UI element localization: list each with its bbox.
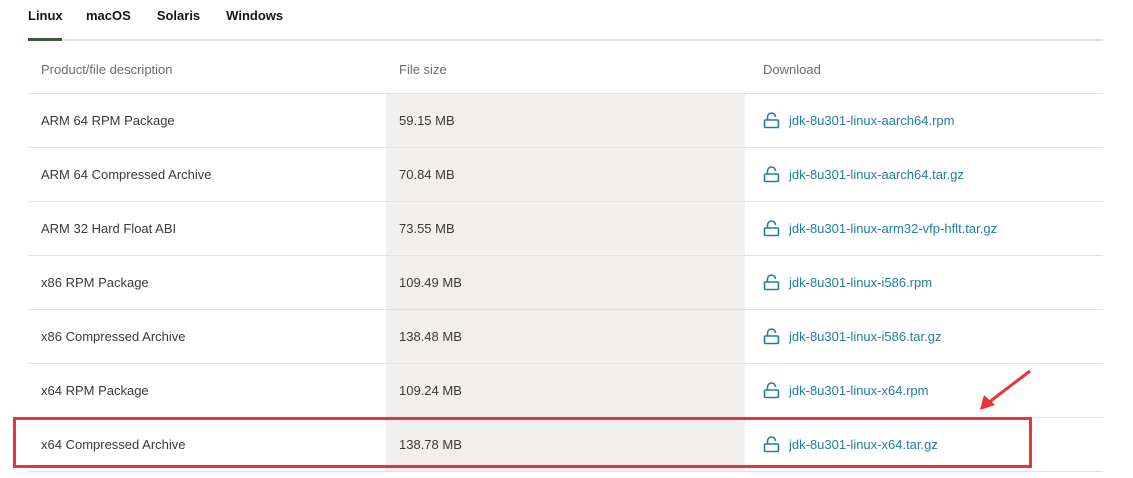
table-row: ARM 64 Compressed Archive 70.84 MB jdk-8u3…: [28, 148, 1103, 202]
row-download: jdk-8u301-linux-arm32-vfp-hflt.tar.gz: [745, 220, 1103, 237]
tab-solaris[interactable]: Solaris: [145, 0, 212, 39]
row-description: x86 RPM Package: [41, 275, 149, 290]
table-row: x86 Compressed Archive 138.48 MB jdk-8u301…: [28, 310, 1103, 364]
download-lock-icon[interactable]: [763, 382, 780, 399]
row-download: jdk-8u301-linux-x64.tar.gz: [745, 436, 1103, 453]
download-lock-icon[interactable]: [763, 112, 780, 129]
header-file-size: File size: [399, 62, 447, 77]
download-link[interactable]: jdk-8u301-linux-i586.rpm: [789, 275, 932, 290]
download-lock-icon[interactable]: [763, 220, 780, 237]
row-description: x86 Compressed Archive: [41, 329, 186, 344]
row-description: ARM 64 Compressed Archive: [41, 167, 212, 182]
row-file-size: 59.15 MB: [386, 94, 745, 147]
download-link[interactable]: jdk-8u301-linux-x64.rpm: [789, 383, 928, 398]
row-download: jdk-8u301-linux-i586.tar.gz: [745, 328, 1103, 345]
download-lock-icon[interactable]: [763, 166, 780, 183]
os-tabs: Linux macOS Solaris Windows: [28, 0, 1103, 41]
row-download: jdk-8u301-linux-aarch64.tar.gz: [745, 166, 1103, 183]
row-description: ARM 64 RPM Package: [41, 113, 175, 128]
table-row: x64 RPM Package 109.24 MB jdk-8u301-linux-…: [28, 364, 1103, 418]
table-row: ARM 32 Hard Float ABI 73.55 MB jdk-8u301-l…: [28, 202, 1103, 256]
downloads-table: Product/file description File size Downl…: [28, 46, 1103, 472]
download-lock-icon[interactable]: [763, 328, 780, 345]
download-lock-icon[interactable]: [763, 436, 780, 453]
table-row: x86 RPM Package 109.49 MB jdk-8u301-linux-…: [28, 256, 1103, 310]
row-description: ARM 32 Hard Float ABI: [41, 221, 177, 236]
row-description: x64 RPM Package: [41, 383, 149, 398]
row-file-size: 138.78 MB: [386, 418, 745, 471]
download-link[interactable]: jdk-8u301-linux-aarch64.rpm: [789, 113, 954, 128]
download-link[interactable]: jdk-8u301-linux-arm32-vfp-hflt.tar.gz: [789, 221, 997, 236]
row-file-size: 138.48 MB: [386, 310, 745, 363]
row-file-size: 109.49 MB: [386, 256, 745, 309]
row-file-size: 73.55 MB: [386, 202, 745, 255]
download-link[interactable]: jdk-8u301-linux-x64.tar.gz: [789, 437, 938, 452]
table-header: Product/file description File size Downl…: [28, 46, 1103, 94]
table-row: x64 Compressed Archive 138.78 MB jdk-8u301…: [28, 418, 1103, 472]
download-link[interactable]: jdk-8u301-linux-aarch64.tar.gz: [789, 167, 964, 182]
header-description: Product/file description: [41, 62, 173, 77]
row-download: jdk-8u301-linux-x64.rpm: [745, 382, 1103, 399]
row-description: x64 Compressed Archive: [41, 437, 186, 452]
download-lock-icon[interactable]: [763, 274, 780, 291]
tab-windows[interactable]: Windows: [214, 0, 295, 39]
header-download: Download: [763, 62, 821, 77]
row-download: jdk-8u301-linux-i586.rpm: [745, 274, 1103, 291]
download-page: Linux macOS Solaris Windows Product/file…: [0, 0, 1133, 478]
download-link[interactable]: jdk-8u301-linux-i586.tar.gz: [789, 329, 941, 344]
tab-linux[interactable]: Linux: [28, 0, 72, 41]
row-download: jdk-8u301-linux-aarch64.rpm: [745, 112, 1103, 129]
tab-macos[interactable]: macOS: [74, 0, 143, 39]
table-row: ARM 64 RPM Package 59.15 MB jdk-8u301-linu…: [28, 94, 1103, 148]
row-file-size: 70.84 MB: [386, 148, 745, 201]
row-file-size: 109.24 MB: [386, 364, 745, 417]
